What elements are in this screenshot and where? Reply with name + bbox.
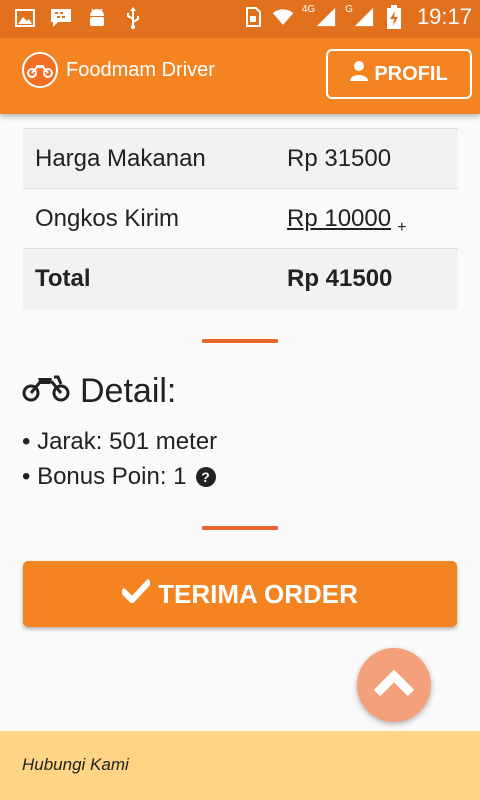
motorcycle-logo-icon: [22, 52, 58, 88]
row-value-cell: Rp 10000 +: [287, 189, 458, 249]
terima-order-button[interactable]: TERIMA ORDER: [23, 561, 457, 627]
table-row-total: Total Rp 41500: [23, 248, 458, 309]
brand-name: Foodmam Driver: [66, 58, 215, 81]
check-icon: [119, 578, 153, 610]
status-time: 19:17: [416, 4, 472, 29]
divider: [202, 526, 278, 530]
row-value: Rp 41500: [287, 264, 393, 292]
divider: [202, 339, 278, 343]
bbm-icon: [50, 7, 72, 29]
bonus-text: • Bonus Poin: 1: [22, 463, 187, 490]
row-value: Rp 31500: [287, 144, 392, 172]
usb-icon: [122, 7, 144, 29]
image-icon: [14, 7, 36, 29]
bonus-line: • Bonus Poin: 1 ?: [22, 463, 216, 491]
detail-heading: Detail:: [22, 372, 176, 411]
user-icon: [350, 61, 369, 87]
terima-order-label: TERIMA ORDER: [158, 578, 358, 609]
table-row: Harga Makanan Rp 31500: [23, 128, 458, 189]
row-label: Harga Makanan: [35, 144, 206, 172]
jarak-line: • Jarak: 501 meter: [22, 428, 217, 456]
price-table: Harga Makanan Rp 31500 Ongkos Kirim Rp 1…: [23, 128, 458, 309]
signal-icon-2: [353, 6, 375, 28]
wifi-icon: [272, 6, 294, 28]
brand[interactable]: Foodmam Driver: [22, 52, 215, 88]
contact-link[interactable]: Hubungi Kami: [22, 755, 129, 775]
table-row: Ongkos Kirim Rp 10000 +: [23, 188, 458, 249]
status-bar: 4G G 19:17: [0, 0, 480, 38]
detail-title: Detail:: [80, 372, 177, 410]
ongkos-kirim-link[interactable]: Rp 10000: [287, 205, 391, 232]
jarak-text: • Jarak: 501 meter: [22, 428, 218, 455]
network-g-label: G: [345, 3, 353, 15]
profil-button[interactable]: PROFIL: [326, 49, 472, 99]
android-icon: [86, 7, 108, 29]
profil-label: PROFIL: [374, 62, 448, 85]
scroll-top-button[interactable]: [357, 648, 431, 722]
row-label: Total: [35, 264, 91, 292]
chevron-up-icon: [372, 668, 416, 703]
battery-charging-icon: [383, 5, 405, 29]
navbar: Foodmam Driver PROFIL: [0, 38, 480, 114]
row-label: Ongkos Kirim: [35, 204, 180, 232]
plus-icon[interactable]: +: [397, 219, 406, 236]
network-4g-label: 4G: [301, 3, 316, 15]
signal-icon: [315, 6, 337, 28]
sim-icon: [242, 6, 264, 28]
motorcycle-icon: [22, 372, 70, 411]
footer: Hubungi Kami: [0, 731, 480, 800]
help-icon[interactable]: ?: [195, 467, 216, 487]
